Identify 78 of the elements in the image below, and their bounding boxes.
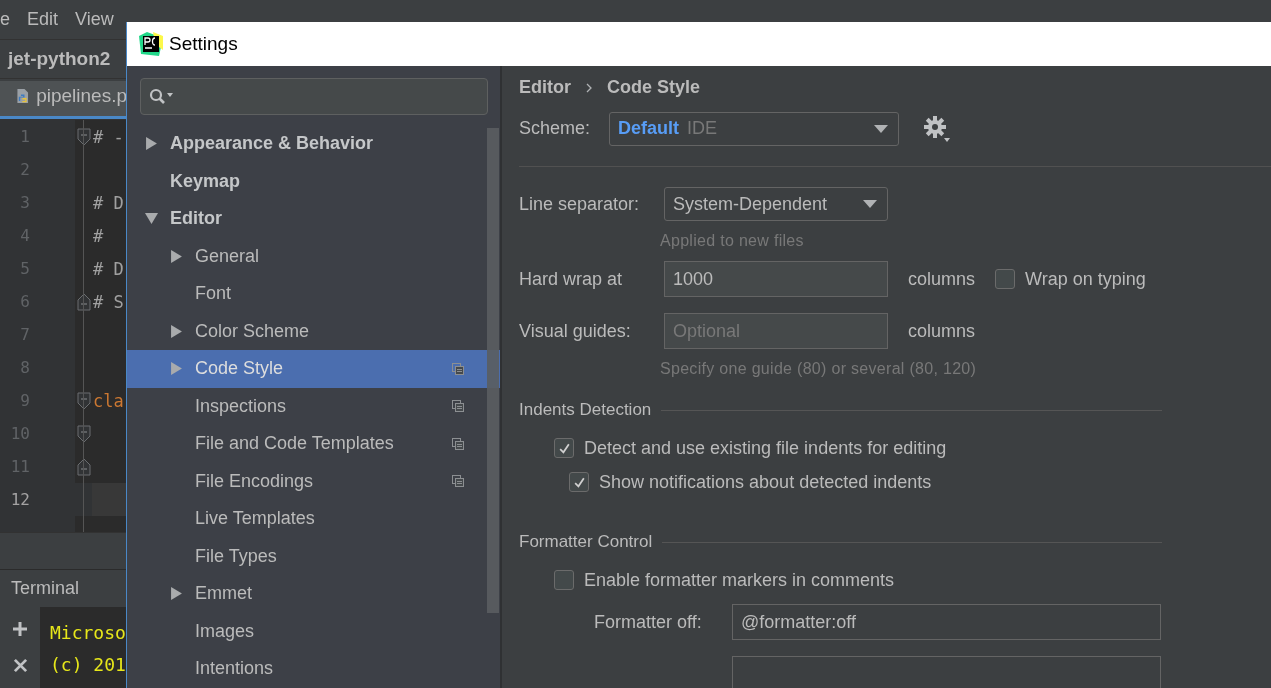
- close-icon[interactable]: [12, 658, 28, 673]
- terminal-output: (c) 201: [50, 653, 126, 677]
- line-separator-dropdown[interactable]: System-Dependent: [664, 187, 888, 221]
- breadcrumb-item: Code Style: [607, 77, 701, 99]
- copy-icon: [452, 362, 464, 375]
- formatter-off-label: Formatter off:: [594, 611, 703, 633]
- terminal-output: Microso: [50, 621, 126, 645]
- settings-icon[interactable]: [923, 114, 951, 143]
- menu-item[interactable]: View: [75, 9, 114, 30]
- chevron-icon: [586, 82, 592, 93]
- fold-start-icon[interactable]: [77, 391, 91, 410]
- formatter-on-field[interactable]: [732, 656, 1161, 688]
- checkbox-label: Detect and use existing file indents for editing: [584, 437, 947, 459]
- project-breadcrumb[interactable]: jet-python2: [8, 48, 111, 70]
- scrollbar[interactable]: [487, 128, 499, 613]
- tree-item[interactable]: Live Templates: [127, 500, 500, 538]
- tree-item[interactable]: Keymap: [127, 162, 500, 200]
- tree-item[interactable]: Color Scheme: [127, 312, 500, 350]
- visual-guides-label: Visual guides:: [519, 320, 632, 342]
- terminal-tab[interactable]: Terminal: [11, 578, 80, 599]
- scheme-label: Scheme:: [519, 118, 592, 140]
- checkbox-label: Show notifications about detected indents: [599, 471, 932, 493]
- checkbox-label: Enable formatter markers in comments: [584, 569, 895, 591]
- breadcrumb-item: Editor: [519, 77, 571, 99]
- line-number: 12: [9, 490, 30, 509]
- code-text: # -: [93, 126, 124, 147]
- checkbox[interactable]: [554, 438, 574, 458]
- tree-item[interactable]: Appearance & Behavior: [127, 125, 500, 163]
- tree-item[interactable]: Inspections: [127, 387, 500, 425]
- caret-icon: [874, 124, 888, 133]
- tree-item[interactable]: Images: [127, 612, 500, 650]
- checkmark-icon: [572, 475, 586, 489]
- section-title: Indents Detection: [519, 400, 652, 420]
- code-text: #: [93, 225, 104, 246]
- tree-item[interactable]: Font: [127, 275, 500, 313]
- scheme-dropdown[interactable]: Default IDE: [609, 111, 899, 146]
- line-separator-label: Line separator:: [519, 193, 641, 215]
- menu-item[interactable]: e: [0, 9, 10, 30]
- tree-item[interactable]: File Types: [127, 537, 500, 575]
- checkbox[interactable]: [554, 570, 574, 590]
- tree-item[interactable]: File and Code Templates: [127, 425, 500, 463]
- copy-icon: [452, 400, 464, 413]
- tree-item[interactable]: Editor: [127, 200, 500, 238]
- formatter-off-field[interactable]: @formatter:off: [732, 604, 1161, 640]
- unit-label: columns: [908, 268, 976, 290]
- copy-icon: [452, 475, 464, 488]
- checkbox[interactable]: [569, 472, 589, 492]
- code-text: cla: [93, 390, 124, 411]
- search-field[interactable]: [140, 78, 488, 115]
- copy-icon: [452, 437, 464, 450]
- add-icon[interactable]: [12, 621, 28, 637]
- code-text: # D: [93, 258, 124, 279]
- tree-item[interactable]: File Encodings: [127, 462, 500, 500]
- tree-item[interactable]: General: [127, 237, 500, 275]
- caret-icon: [863, 200, 877, 208]
- unit-label: columns: [908, 320, 976, 342]
- search-icon: [149, 87, 175, 106]
- code-text: # D: [93, 192, 124, 213]
- tree-item[interactable]: Intentions: [127, 650, 500, 688]
- file-tab[interactable]: pipelines.p: [0, 81, 127, 119]
- fold-start-icon[interactable]: [77, 424, 91, 443]
- code-text: # S: [93, 291, 124, 312]
- checkbox[interactable]: [995, 269, 1016, 289]
- hard-wrap-label: Hard wrap at: [519, 268, 624, 290]
- checkbox-label: Wrap on typing: [1025, 268, 1146, 290]
- checkmark-icon: [557, 441, 571, 455]
- tree-item[interactable]: Code Style: [127, 350, 500, 388]
- hint-text: Specify one guide (80) or several (80, 120): [659, 359, 978, 379]
- menu-item[interactable]: Edit: [27, 9, 59, 30]
- section-title: Formatter Control: [519, 532, 653, 552]
- app-logo-icon: [139, 32, 163, 56]
- fold-start-icon[interactable]: [77, 127, 91, 146]
- fold-end-icon[interactable]: [77, 457, 91, 476]
- hard-wrap-field[interactable]: 1000: [664, 261, 888, 297]
- window-title: Settings: [169, 33, 238, 55]
- tree-item[interactable]: Emmet: [127, 575, 500, 613]
- hint-text: Applied to new files: [659, 231, 805, 251]
- fold-end-icon[interactable]: [77, 292, 91, 311]
